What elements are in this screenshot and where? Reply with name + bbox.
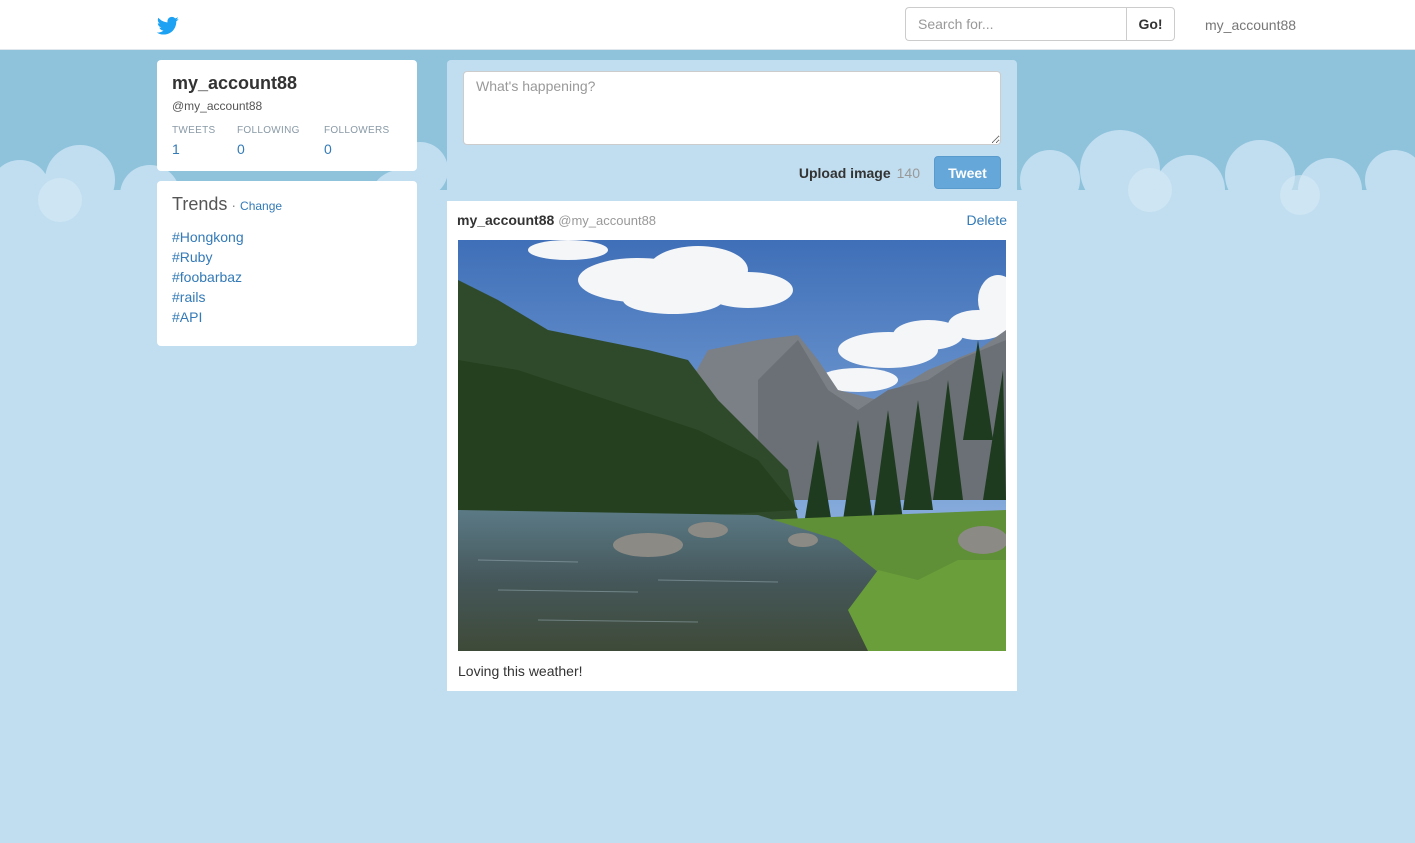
tweet-author-name[interactable]: my_account88 — [457, 212, 554, 228]
stat-following: FOLLOWING 0 — [237, 125, 324, 157]
top-navbar: Go! my_account88 — [0, 0, 1415, 50]
stat-label: TWEETS — [172, 125, 216, 136]
char-counter: 140 — [896, 164, 920, 181]
mountain-lake-photo — [458, 240, 1006, 651]
tweet-author-handle: @my_account88 — [558, 213, 657, 228]
tweet-textarea[interactable] — [463, 71, 1001, 145]
tweet-delete-link[interactable]: Delete — [967, 212, 1007, 228]
trends-card: Trends · Change #Hongkong #Ruby #foobarb… — [157, 181, 417, 346]
stat-tweets: TWEETS 1 — [172, 125, 237, 157]
trends-change-link[interactable]: Change — [240, 199, 282, 213]
trend-item: #API — [172, 307, 402, 327]
trend-item: #foobarbaz — [172, 267, 402, 287]
tweet-submit-button[interactable]: Tweet — [934, 156, 1001, 189]
trend-link[interactable]: #API — [172, 309, 202, 325]
tweet-header: my_account88 @my_account88 Delete — [457, 212, 1007, 230]
trend-item: #rails — [172, 287, 402, 307]
trend-link[interactable]: #Ruby — [172, 249, 212, 265]
profile-name: my_account88 — [172, 73, 298, 93]
trend-item: #Hongkong — [172, 227, 402, 247]
trend-list: #Hongkong #Ruby #foobarbaz #rails #API — [172, 227, 402, 327]
search-form: Go! — [905, 7, 1175, 41]
tweet-composer: Upload image 140 Tweet — [447, 60, 1017, 201]
upload-image-button[interactable]: Upload image — [799, 165, 891, 181]
trend-link[interactable]: #Hongkong — [172, 229, 244, 245]
stat-followers-value[interactable]: 0 — [324, 141, 390, 157]
trend-link[interactable]: #rails — [172, 289, 205, 305]
stat-tweets-value[interactable]: 1 — [172, 141, 237, 157]
trend-link[interactable]: #foobarbaz — [172, 269, 242, 285]
stat-followers: FOLLOWERS 0 — [324, 125, 390, 157]
tweet-item: my_account88 @my_account88 Delete Loving… — [447, 201, 1017, 691]
tweet-text: Loving this weather! — [458, 663, 583, 679]
stat-label: FOLLOWING — [237, 125, 300, 136]
profile-card: my_account88 @my_account88 TWEETS 1 FOLL… — [157, 60, 417, 171]
twitter-bird-icon[interactable] — [157, 16, 179, 36]
trends-title: Trends — [172, 194, 228, 214]
trend-item: #Ruby — [172, 247, 402, 267]
trends-header: Trends · Change — [172, 194, 402, 215]
stat-label: FOLLOWERS — [324, 125, 390, 136]
search-input[interactable] — [905, 7, 1126, 41]
stat-following-value[interactable]: 0 — [237, 141, 324, 157]
profile-handle: @my_account88 — [172, 99, 263, 113]
profile-stats: TWEETS 1 FOLLOWING 0 FOLLOWERS 0 — [172, 125, 402, 157]
trends-separator: · — [231, 197, 237, 213]
composer-actions: Upload image 140 Tweet — [799, 156, 1001, 189]
nav-user-link[interactable]: my_account88 — [1205, 17, 1296, 33]
search-go-button[interactable]: Go! — [1126, 7, 1175, 41]
